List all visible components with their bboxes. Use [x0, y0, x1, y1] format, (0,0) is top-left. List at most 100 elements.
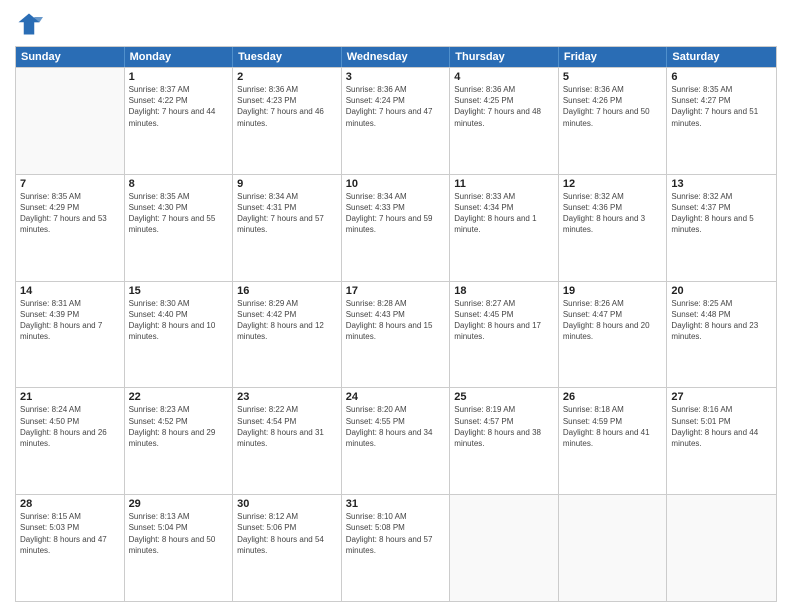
cell-day-number: 6	[671, 71, 772, 83]
calendar-row-0: 1Sunrise: 8:37 AM Sunset: 4:22 PM Daylig…	[16, 67, 776, 174]
cell-info: Sunrise: 8:37 AM Sunset: 4:22 PM Dayligh…	[129, 84, 229, 129]
cell-info: Sunrise: 8:30 AM Sunset: 4:40 PM Dayligh…	[129, 298, 229, 343]
cell-day-number: 30	[237, 498, 337, 510]
cell-day-number: 31	[346, 498, 446, 510]
cell-day-number: 3	[346, 71, 446, 83]
cell-info: Sunrise: 8:28 AM Sunset: 4:43 PM Dayligh…	[346, 298, 446, 343]
calendar-cell	[559, 495, 668, 601]
cell-day-number: 7	[20, 178, 120, 190]
cell-day-number: 28	[20, 498, 120, 510]
calendar-row-2: 14Sunrise: 8:31 AM Sunset: 4:39 PM Dayli…	[16, 281, 776, 388]
calendar-cell: 2Sunrise: 8:36 AM Sunset: 4:23 PM Daylig…	[233, 68, 342, 174]
cell-day-number: 23	[237, 391, 337, 403]
calendar-cell: 28Sunrise: 8:15 AM Sunset: 5:03 PM Dayli…	[16, 495, 125, 601]
cell-info: Sunrise: 8:35 AM Sunset: 4:29 PM Dayligh…	[20, 191, 120, 236]
calendar-cell: 21Sunrise: 8:24 AM Sunset: 4:50 PM Dayli…	[16, 388, 125, 494]
cell-day-number: 11	[454, 178, 554, 190]
calendar-row-3: 21Sunrise: 8:24 AM Sunset: 4:50 PM Dayli…	[16, 387, 776, 494]
header-cell-sunday: Sunday	[16, 47, 125, 67]
calendar-cell	[667, 495, 776, 601]
cell-day-number: 15	[129, 285, 229, 297]
cell-info: Sunrise: 8:36 AM Sunset: 4:23 PM Dayligh…	[237, 84, 337, 129]
calendar-cell: 11Sunrise: 8:33 AM Sunset: 4:34 PM Dayli…	[450, 175, 559, 281]
cell-info: Sunrise: 8:18 AM Sunset: 4:59 PM Dayligh…	[563, 404, 663, 449]
calendar-row-4: 28Sunrise: 8:15 AM Sunset: 5:03 PM Dayli…	[16, 494, 776, 601]
calendar-cell: 27Sunrise: 8:16 AM Sunset: 5:01 PM Dayli…	[667, 388, 776, 494]
cell-info: Sunrise: 8:23 AM Sunset: 4:52 PM Dayligh…	[129, 404, 229, 449]
cell-info: Sunrise: 8:34 AM Sunset: 4:33 PM Dayligh…	[346, 191, 446, 236]
cell-info: Sunrise: 8:12 AM Sunset: 5:06 PM Dayligh…	[237, 511, 337, 556]
logo-icon	[15, 10, 43, 38]
calendar-header-row: SundayMondayTuesdayWednesdayThursdayFrid…	[16, 47, 776, 67]
cell-day-number: 2	[237, 71, 337, 83]
calendar-cell: 24Sunrise: 8:20 AM Sunset: 4:55 PM Dayli…	[342, 388, 451, 494]
calendar-cell: 17Sunrise: 8:28 AM Sunset: 4:43 PM Dayli…	[342, 282, 451, 388]
calendar-cell: 3Sunrise: 8:36 AM Sunset: 4:24 PM Daylig…	[342, 68, 451, 174]
cell-info: Sunrise: 8:32 AM Sunset: 4:36 PM Dayligh…	[563, 191, 663, 236]
cell-info: Sunrise: 8:32 AM Sunset: 4:37 PM Dayligh…	[671, 191, 772, 236]
cell-info: Sunrise: 8:19 AM Sunset: 4:57 PM Dayligh…	[454, 404, 554, 449]
header-cell-monday: Monday	[125, 47, 234, 67]
cell-day-number: 21	[20, 391, 120, 403]
cell-day-number: 9	[237, 178, 337, 190]
cell-info: Sunrise: 8:36 AM Sunset: 4:25 PM Dayligh…	[454, 84, 554, 129]
cell-info: Sunrise: 8:34 AM Sunset: 4:31 PM Dayligh…	[237, 191, 337, 236]
cell-day-number: 5	[563, 71, 663, 83]
calendar-cell: 9Sunrise: 8:34 AM Sunset: 4:31 PM Daylig…	[233, 175, 342, 281]
calendar-page: SundayMondayTuesdayWednesdayThursdayFrid…	[0, 0, 792, 612]
cell-info: Sunrise: 8:36 AM Sunset: 4:24 PM Dayligh…	[346, 84, 446, 129]
cell-day-number: 10	[346, 178, 446, 190]
cell-day-number: 12	[563, 178, 663, 190]
calendar-cell: 22Sunrise: 8:23 AM Sunset: 4:52 PM Dayli…	[125, 388, 234, 494]
cell-info: Sunrise: 8:26 AM Sunset: 4:47 PM Dayligh…	[563, 298, 663, 343]
cell-day-number: 19	[563, 285, 663, 297]
calendar-cell: 18Sunrise: 8:27 AM Sunset: 4:45 PM Dayli…	[450, 282, 559, 388]
calendar-cell: 23Sunrise: 8:22 AM Sunset: 4:54 PM Dayli…	[233, 388, 342, 494]
cell-info: Sunrise: 8:24 AM Sunset: 4:50 PM Dayligh…	[20, 404, 120, 449]
calendar-cell: 31Sunrise: 8:10 AM Sunset: 5:08 PM Dayli…	[342, 495, 451, 601]
cell-day-number: 22	[129, 391, 229, 403]
calendar-cell: 30Sunrise: 8:12 AM Sunset: 5:06 PM Dayli…	[233, 495, 342, 601]
cell-day-number: 13	[671, 178, 772, 190]
calendar-cell: 16Sunrise: 8:29 AM Sunset: 4:42 PM Dayli…	[233, 282, 342, 388]
calendar-cell: 1Sunrise: 8:37 AM Sunset: 4:22 PM Daylig…	[125, 68, 234, 174]
cell-day-number: 14	[20, 285, 120, 297]
calendar-cell: 29Sunrise: 8:13 AM Sunset: 5:04 PM Dayli…	[125, 495, 234, 601]
cell-info: Sunrise: 8:13 AM Sunset: 5:04 PM Dayligh…	[129, 511, 229, 556]
calendar-cell: 26Sunrise: 8:18 AM Sunset: 4:59 PM Dayli…	[559, 388, 668, 494]
calendar-cell: 4Sunrise: 8:36 AM Sunset: 4:25 PM Daylig…	[450, 68, 559, 174]
cell-day-number: 18	[454, 285, 554, 297]
calendar-cell: 12Sunrise: 8:32 AM Sunset: 4:36 PM Dayli…	[559, 175, 668, 281]
calendar-cell: 15Sunrise: 8:30 AM Sunset: 4:40 PM Dayli…	[125, 282, 234, 388]
cell-day-number: 17	[346, 285, 446, 297]
cell-info: Sunrise: 8:20 AM Sunset: 4:55 PM Dayligh…	[346, 404, 446, 449]
cell-info: Sunrise: 8:36 AM Sunset: 4:26 PM Dayligh…	[563, 84, 663, 129]
calendar-cell: 8Sunrise: 8:35 AM Sunset: 4:30 PM Daylig…	[125, 175, 234, 281]
calendar-row-1: 7Sunrise: 8:35 AM Sunset: 4:29 PM Daylig…	[16, 174, 776, 281]
calendar-cell: 25Sunrise: 8:19 AM Sunset: 4:57 PM Dayli…	[450, 388, 559, 494]
cell-day-number: 4	[454, 71, 554, 83]
cell-info: Sunrise: 8:22 AM Sunset: 4:54 PM Dayligh…	[237, 404, 337, 449]
cell-info: Sunrise: 8:16 AM Sunset: 5:01 PM Dayligh…	[671, 404, 772, 449]
cell-info: Sunrise: 8:35 AM Sunset: 4:27 PM Dayligh…	[671, 84, 772, 129]
calendar-cell	[16, 68, 125, 174]
calendar-body: 1Sunrise: 8:37 AM Sunset: 4:22 PM Daylig…	[16, 67, 776, 601]
cell-day-number: 1	[129, 71, 229, 83]
cell-info: Sunrise: 8:10 AM Sunset: 5:08 PM Dayligh…	[346, 511, 446, 556]
calendar-cell: 13Sunrise: 8:32 AM Sunset: 4:37 PM Dayli…	[667, 175, 776, 281]
calendar-cell: 20Sunrise: 8:25 AM Sunset: 4:48 PM Dayli…	[667, 282, 776, 388]
cell-info: Sunrise: 8:25 AM Sunset: 4:48 PM Dayligh…	[671, 298, 772, 343]
header	[15, 10, 777, 38]
logo	[15, 10, 47, 38]
calendar-cell	[450, 495, 559, 601]
calendar-cell: 10Sunrise: 8:34 AM Sunset: 4:33 PM Dayli…	[342, 175, 451, 281]
cell-day-number: 29	[129, 498, 229, 510]
cell-info: Sunrise: 8:31 AM Sunset: 4:39 PM Dayligh…	[20, 298, 120, 343]
header-cell-saturday: Saturday	[667, 47, 776, 67]
calendar: SundayMondayTuesdayWednesdayThursdayFrid…	[15, 46, 777, 602]
header-cell-tuesday: Tuesday	[233, 47, 342, 67]
calendar-cell: 6Sunrise: 8:35 AM Sunset: 4:27 PM Daylig…	[667, 68, 776, 174]
calendar-cell: 5Sunrise: 8:36 AM Sunset: 4:26 PM Daylig…	[559, 68, 668, 174]
cell-day-number: 24	[346, 391, 446, 403]
calendar-cell: 7Sunrise: 8:35 AM Sunset: 4:29 PM Daylig…	[16, 175, 125, 281]
